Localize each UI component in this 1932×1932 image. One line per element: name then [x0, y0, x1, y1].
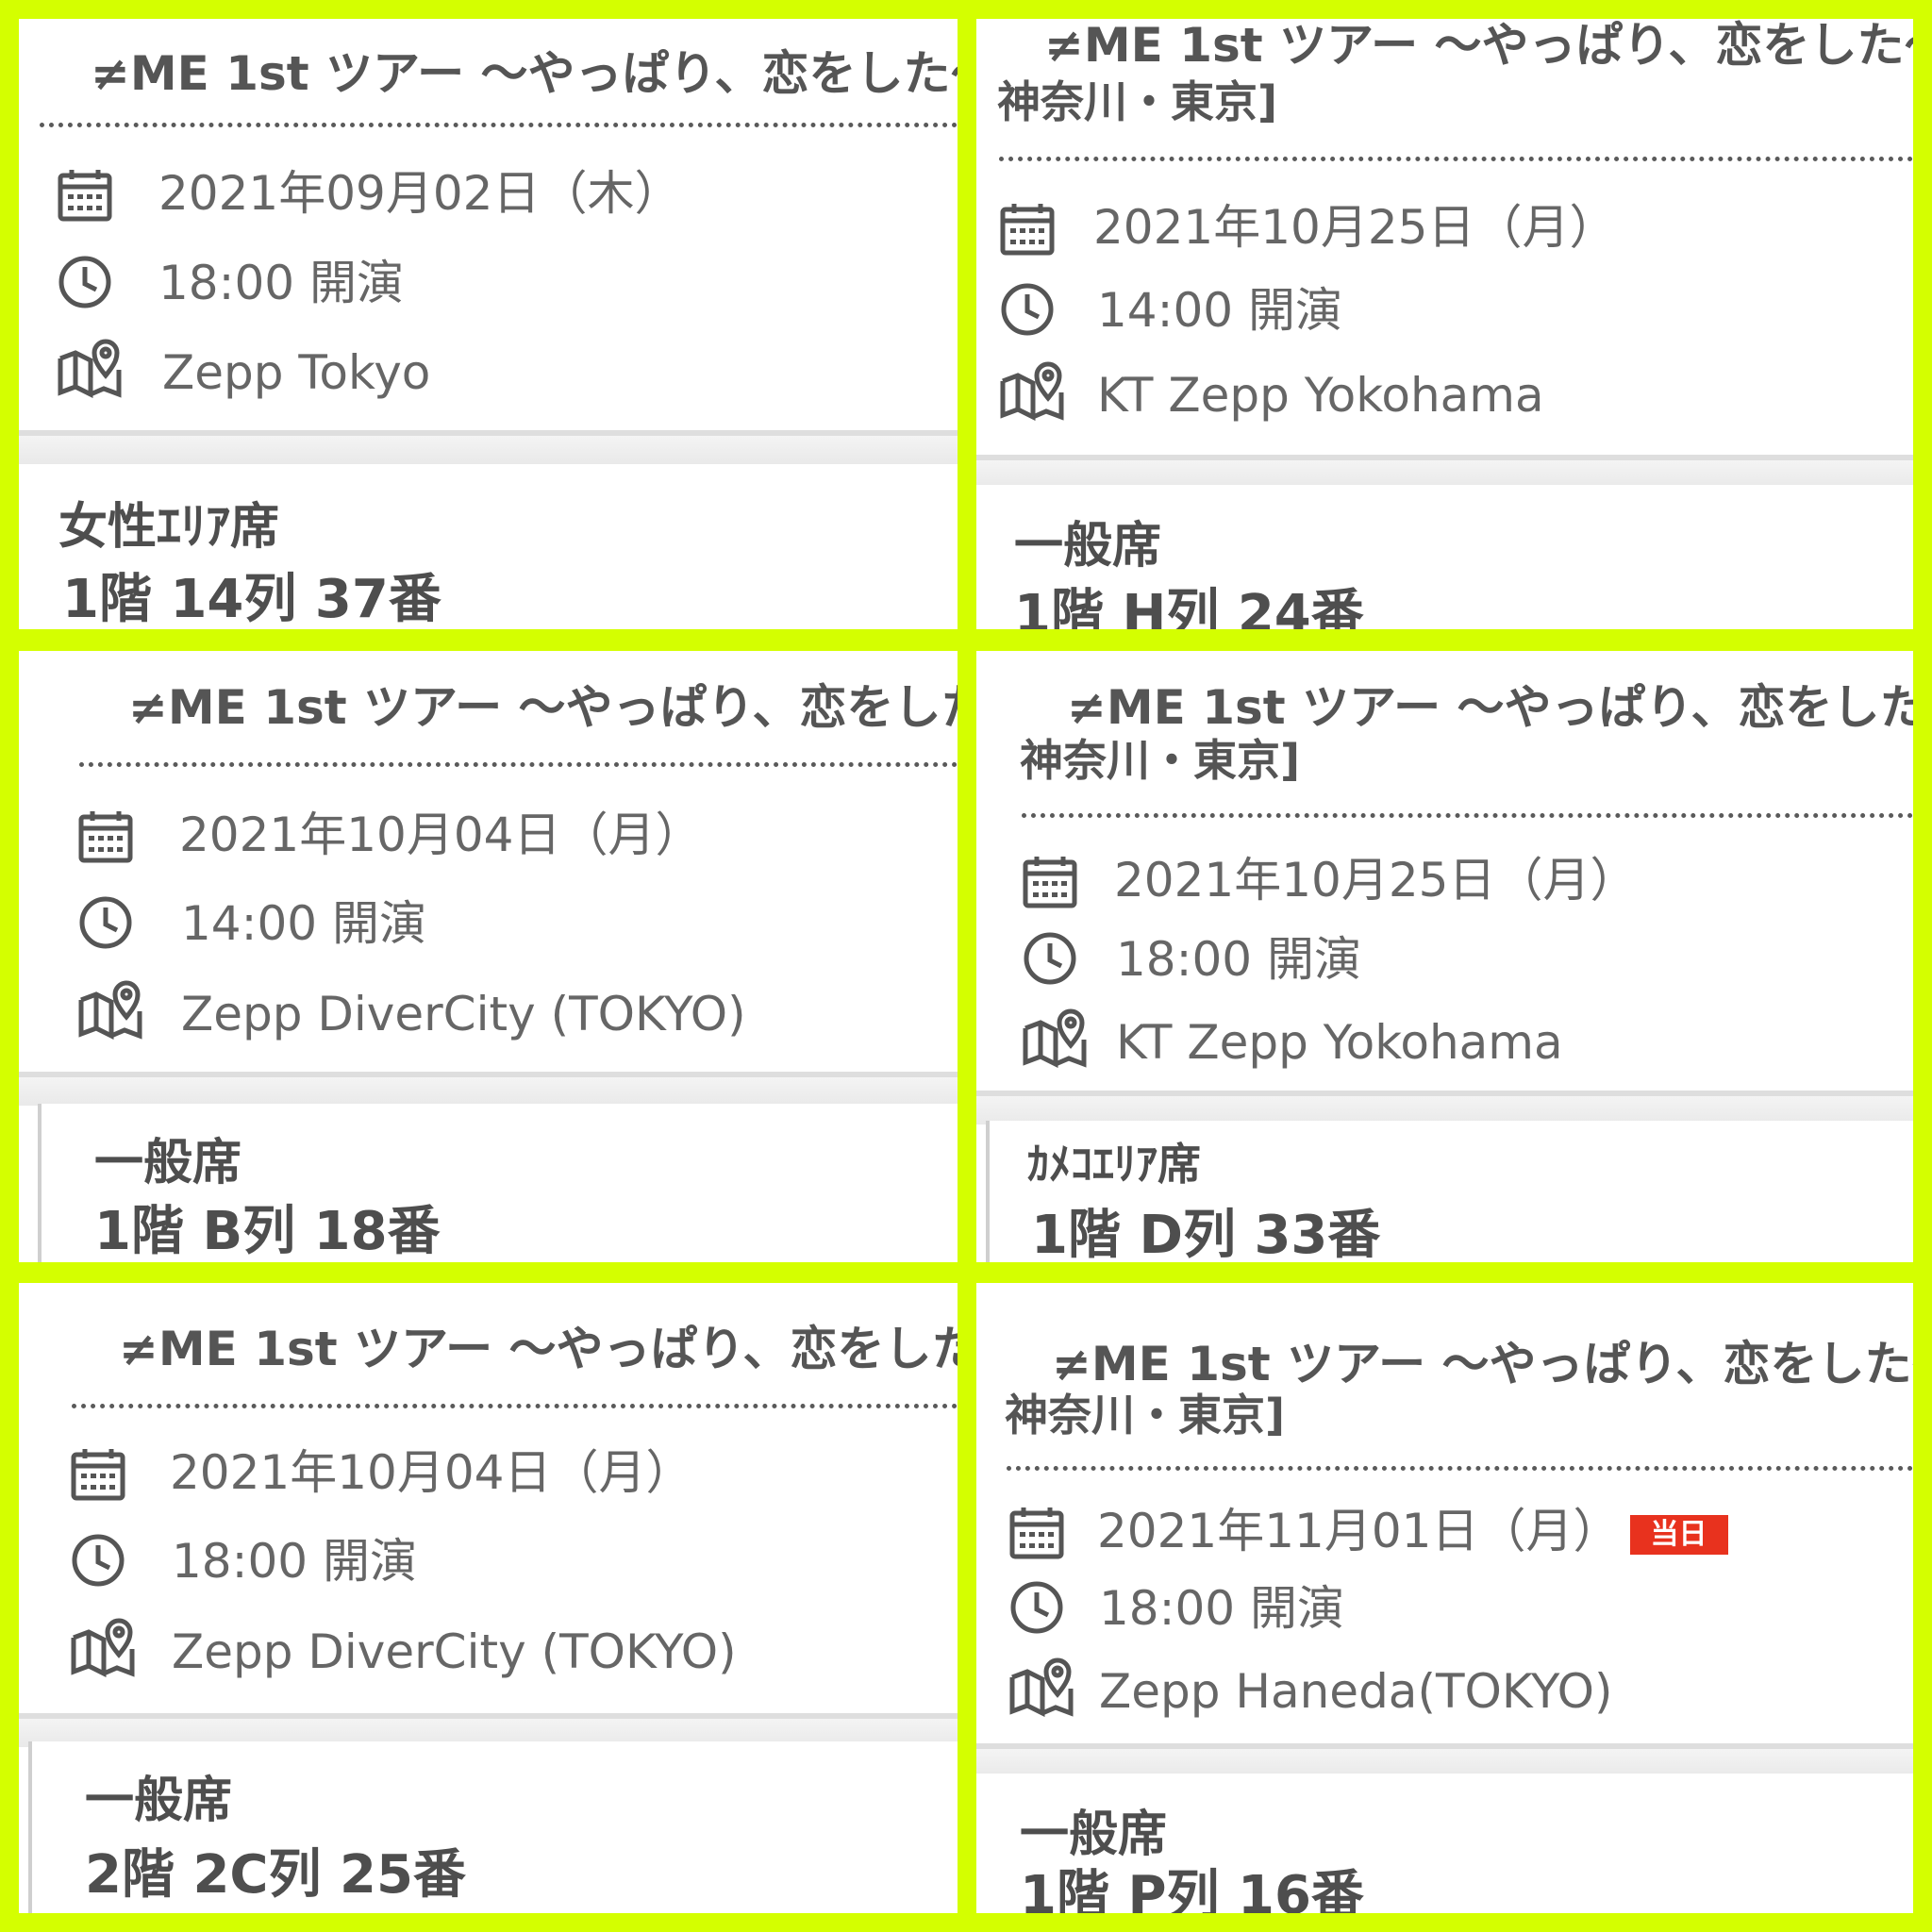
- calendar-icon: [1023, 857, 1077, 908]
- map-pin-icon: [58, 339, 122, 398]
- event-subtitle: 神奈川・東京]: [1020, 735, 1301, 786]
- ticket-card-6[interactable]: ≠ME 1st ツアー 〜やっぱり、恋をした〜 神奈川・東京] 2021年11月…: [976, 1283, 1913, 1913]
- calendar-icon: [78, 811, 133, 863]
- event-time: 14:00 開演: [181, 896, 426, 951]
- seat-number: 1階 H列 24番: [1014, 584, 1364, 629]
- event-date: 2021年10月04日（月）: [170, 1445, 693, 1500]
- card-divider: [976, 1743, 1913, 1777]
- dotted-divider: [40, 123, 958, 127]
- seat-number: 2階 2C列 25番: [85, 1844, 466, 1906]
- event-time: 18:00 開演: [172, 1534, 417, 1589]
- event-time: 18:00 開演: [1099, 1581, 1344, 1636]
- map-pin-icon: [78, 980, 142, 1040]
- seat-number: 1階 14列 37番: [62, 569, 441, 629]
- map-pin-icon: [1000, 361, 1064, 421]
- event-venue: KT Zepp Yokohama: [1097, 368, 1544, 423]
- card-divider: [976, 455, 1913, 489]
- seat-number: 1階 D列 33番: [1031, 1205, 1381, 1262]
- event-venue: Zepp DiverCity (TOKYO): [172, 1624, 737, 1679]
- calendar-icon: [58, 170, 112, 222]
- dotted-divider: [999, 157, 1913, 161]
- dotted-divider: [1007, 1466, 1913, 1471]
- ticket-card-2[interactable]: ≠ME 1st ツアー 〜やっぱり、恋をした〜 神奈川・東京] 2021年10月…: [976, 19, 1913, 629]
- seat-type: 一般席: [94, 1135, 242, 1191]
- card-divider: [19, 430, 958, 464]
- event-date: 2021年10月25日（月）: [1093, 200, 1617, 255]
- event-title: ≠ME 1st ツアー 〜やっぱり、恋をした〜: [128, 680, 958, 735]
- card-divider: [19, 1072, 958, 1106]
- event-title: ≠ME 1st ツアー 〜やっぱり、恋をした〜: [1044, 19, 1913, 73]
- card-divider: [976, 1091, 1913, 1124]
- ticket-info: ≠ME 1st ツアー 〜やっぱり、恋をした〜 神奈川・東京] 2021年11月…: [976, 1283, 1913, 1743]
- clock-icon: [72, 1534, 125, 1587]
- ticket-info: ≠ME 1st ツアー 〜やっぱり、恋をした〜 2021年09月02日（木） 1…: [19, 19, 958, 430]
- event-date: 2021年10月25日（月）: [1114, 853, 1638, 908]
- seat-section: 女性ｴﾘｱ席 1階 14列 37番: [19, 464, 958, 629]
- ticket-card-5[interactable]: ≠ME 1st ツアー 〜やっぱり、恋をした〜 2021年10月04日（月） 1…: [19, 1283, 958, 1913]
- seat-section: 一般席 1階 H列 24番: [976, 485, 1913, 629]
- seat-number: 1階 B列 18番: [94, 1201, 441, 1262]
- event-date: 2021年10月04日（月）: [179, 808, 703, 862]
- ticket-info: ≠ME 1st ツアー 〜やっぱり、恋をした〜 神奈川・東京] 2021年10月…: [976, 19, 1913, 455]
- map-pin-icon: [1009, 1657, 1074, 1717]
- clock-icon: [1001, 283, 1054, 336]
- event-venue: Zepp DiverCity (TOKYO): [181, 987, 746, 1041]
- event-subtitle: 神奈川・東京]: [1005, 1390, 1286, 1441]
- event-subtitle: 神奈川・東京]: [997, 76, 1278, 127]
- clock-icon: [79, 896, 132, 949]
- event-date: 2021年11月01日（月）: [1097, 1504, 1621, 1558]
- calendar-icon: [1000, 204, 1055, 256]
- ticket-info: ≠ME 1st ツアー 〜やっぱり、恋をした〜 2021年10月04日（月） 1…: [19, 651, 958, 1072]
- event-venue: Zepp Haneda(TOKYO): [1099, 1664, 1613, 1719]
- event-time: 18:00 開演: [158, 256, 404, 310]
- event-date-wrap: 2021年11月01日（月） 当日: [1097, 1507, 1728, 1555]
- event-title: ≠ME 1st ツアー 〜やっぱり、恋をした〜: [91, 46, 958, 101]
- clock-icon: [58, 256, 111, 308]
- calendar-icon: [71, 1449, 125, 1501]
- map-pin-icon: [71, 1618, 135, 1677]
- dotted-divider: [72, 1404, 958, 1408]
- dotted-divider: [1022, 813, 1913, 818]
- seat-number: 1階 P列 16番: [1020, 1865, 1364, 1913]
- map-pin-icon: [1023, 1008, 1087, 1068]
- today-badge: 当日: [1629, 1514, 1728, 1555]
- dotted-divider: [79, 762, 958, 767]
- clock-icon: [1024, 932, 1076, 985]
- seat-type: 女性ｴﾘｱ席: [58, 499, 280, 556]
- seat-type: 一般席: [85, 1773, 233, 1829]
- seat-section: 一般席 1階 B列 18番: [38, 1104, 958, 1262]
- event-time: 18:00 開演: [1116, 932, 1361, 987]
- ticket-card-4[interactable]: ≠ME 1st ツアー 〜やっぱり、恋をした〜 神奈川・東京] 2021年10月…: [976, 651, 1913, 1262]
- seat-type: ｶﾒｺｴﾘｱ席: [1027, 1139, 1201, 1190]
- calendar-icon: [1009, 1507, 1064, 1559]
- event-time: 14:00 開演: [1097, 283, 1342, 338]
- ticket-info: ≠ME 1st ツアー 〜やっぱり、恋をした〜 2021年10月04日（月） 1…: [19, 1283, 958, 1713]
- event-date: 2021年09月02日（木）: [158, 166, 682, 221]
- seat-section: 一般席 1階 P列 16番: [976, 1774, 1913, 1913]
- event-venue: Zepp Tokyo: [162, 345, 431, 400]
- seat-section: 一般席 2階 2C列 25番: [28, 1741, 958, 1913]
- ticket-card-3[interactable]: ≠ME 1st ツアー 〜やっぱり、恋をした〜 2021年10月04日（月） 1…: [19, 651, 958, 1262]
- ticket-card-1[interactable]: ≠ME 1st ツアー 〜やっぱり、恋をした〜 2021年09月02日（木） 1…: [19, 19, 958, 629]
- seat-type: 一般席: [1014, 518, 1162, 575]
- clock-icon: [1010, 1581, 1063, 1634]
- event-title: ≠ME 1st ツアー 〜やっぱり、恋をした〜: [119, 1322, 958, 1376]
- ticket-info: ≠ME 1st ツアー 〜やっぱり、恋をした〜 神奈川・東京] 2021年10月…: [976, 651, 1913, 1091]
- seat-section: ｶﾒｺｴﾘｱ席 1階 D列 33番: [986, 1121, 1913, 1262]
- event-venue: KT Zepp Yokohama: [1116, 1015, 1563, 1070]
